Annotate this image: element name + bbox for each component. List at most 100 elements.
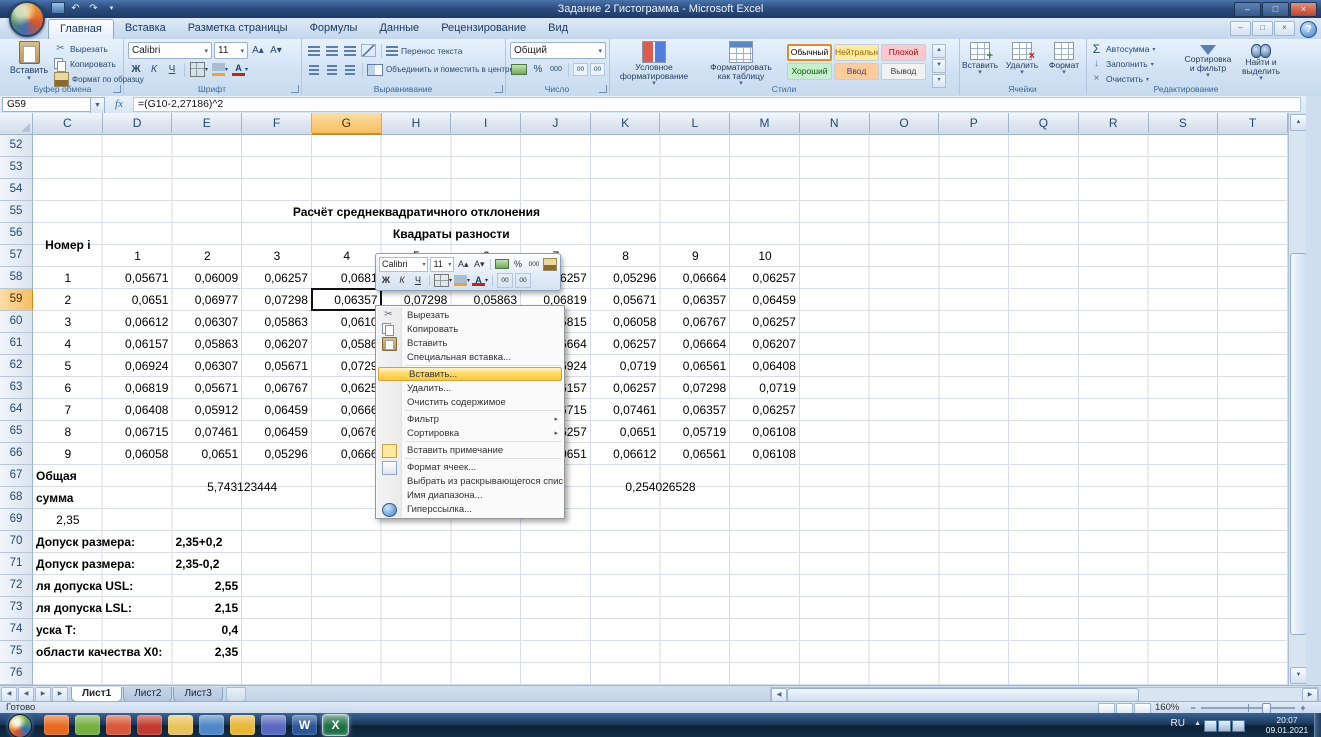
ribbon-tab-4[interactable]: Формулы (299, 19, 369, 39)
cell-L63[interactable]: 0,07298 (663, 377, 726, 399)
menu-item-3[interactable]: Вставить (377, 336, 563, 350)
cell-E70[interactable]: 2,35+0,2 (175, 531, 222, 553)
first-sheet-button[interactable]: ◀ (1, 687, 17, 702)
taskbar-app-chrome-icon[interactable] (230, 715, 255, 735)
cell-G60[interactable]: 0,0610 (315, 311, 378, 333)
cell-M60[interactable]: 0,06257 (733, 311, 796, 333)
mini-font-name-combo[interactable]: Calibri ▾ (379, 257, 428, 272)
scroll-left-icon[interactable]: ◀ (771, 688, 787, 702)
cell-C64[interactable]: 7 (33, 399, 103, 421)
row-header-55[interactable]: 55 (0, 201, 32, 223)
cell-D60[interactable]: 0,06612 (106, 311, 169, 333)
cell-E61[interactable]: 0,05863 (175, 333, 238, 355)
cell-C71[interactable]: Допуск размера: (36, 553, 135, 575)
column-header-E[interactable]: E (172, 113, 242, 133)
undo-button[interactable]: ↶ (68, 2, 83, 16)
cell-L66[interactable]: 0,06561 (663, 443, 726, 465)
cell-D64[interactable]: 0,06408 (106, 399, 169, 421)
ribbon-tab-1[interactable]: Главная (48, 19, 114, 39)
cell-D66[interactable]: 0,06058 (106, 443, 169, 465)
sheet-tab-1[interactable]: Лист1 (71, 687, 122, 702)
cell-E57[interactable]: 2 (172, 245, 242, 267)
mini-increase-decimal-button[interactable]: 00 (497, 273, 513, 288)
cell-M63[interactable]: 0,0719 (733, 377, 796, 399)
column-header-S[interactable]: S (1149, 113, 1219, 133)
cell-K57[interactable]: 8 (591, 245, 661, 267)
cell-K58[interactable]: 0,05296 (594, 267, 657, 289)
align-center-button[interactable] (324, 61, 340, 78)
grow-font-button[interactable]: А▴ (250, 42, 266, 59)
tray-expand-icon[interactable]: ▲ (1194, 720, 1201, 727)
help-button[interactable]: ? (1300, 21, 1317, 38)
cell-D56[interactable]: Квадраты разности (103, 223, 800, 245)
cell-E71[interactable]: 2,35-0,2 (175, 553, 219, 575)
network-icon[interactable] (1232, 720, 1245, 732)
insert-cells-button[interactable]: + Вставить ▾ (961, 42, 999, 82)
fill-button[interactable]: ↓ Заполнить ▾ (1090, 57, 1155, 71)
gallery-scroll-down[interactable]: ▼ (932, 59, 946, 73)
cell-M57[interactable]: 10 (730, 245, 800, 267)
horizontal-scroll-thumb[interactable] (787, 688, 1139, 702)
borders-button[interactable]: ▾ (189, 61, 209, 78)
ribbon-tab-7[interactable]: Вид (537, 19, 579, 39)
cell-M64[interactable]: 0,06257 (733, 399, 796, 421)
cell-L65[interactable]: 0,05719 (663, 421, 726, 443)
mini-thousands-button[interactable]: 000 (527, 258, 541, 271)
menu-item-7[interactable]: Очистить содержимое (377, 395, 563, 409)
cell-D61[interactable]: 0,06157 (106, 333, 169, 355)
row-header-54[interactable]: 54 (0, 179, 32, 201)
row-header-63[interactable]: 63 (0, 377, 32, 399)
column-header-O[interactable]: O (870, 113, 940, 133)
ribbon-tab-3[interactable]: Разметка страницы (177, 19, 299, 39)
cell-F61[interactable]: 0,06207 (245, 333, 308, 355)
language-indicator[interactable]: RU (1171, 718, 1185, 729)
ribbon-tab-2[interactable]: Вставка (114, 19, 177, 39)
mini-accounting-button[interactable] (495, 258, 509, 271)
column-header-F[interactable]: F (242, 113, 312, 133)
row-header-60[interactable]: 60 (0, 311, 32, 333)
shrink-font-button[interactable]: А▾ (268, 42, 284, 59)
menu-item-14[interactable]: Гиперссылка... (377, 502, 563, 516)
row-header-62[interactable]: 62 (0, 355, 32, 377)
cell-C59[interactable]: 2 (33, 289, 103, 311)
cell-F60[interactable]: 0,05863 (245, 311, 308, 333)
next-sheet-button[interactable]: ▶ (35, 687, 51, 702)
menu-item-9[interactable]: Сортировка▸ (377, 426, 563, 440)
formula-input[interactable]: =(G10-2,27186)^2 (133, 97, 1301, 112)
cell-C69[interactable]: 2,35 (33, 509, 103, 531)
excel-icon[interactable]: X (323, 715, 348, 735)
maximize-button[interactable]: □ (1262, 2, 1289, 17)
cell-M66[interactable]: 0,06108 (733, 443, 796, 465)
cell-K63[interactable]: 0,06257 (594, 377, 657, 399)
vertical-scroll-thumb[interactable] (1290, 253, 1307, 635)
cell-C60[interactable]: 3 (33, 311, 103, 333)
menu-item-5[interactable]: Вставить... (378, 367, 562, 381)
cell-C67[interactable]: Общая (36, 465, 77, 487)
cell-C66[interactable]: 9 (33, 443, 103, 465)
workbook-minimize-button[interactable]: – (1230, 21, 1251, 36)
taskbar-app-firefox-icon[interactable] (44, 715, 69, 735)
row-header-57[interactable]: 57 (0, 245, 32, 267)
volume-icon[interactable] (1218, 720, 1231, 732)
row-header-59[interactable]: 59 (0, 289, 34, 311)
row-header-67[interactable]: 67 (0, 465, 32, 487)
taskbar-app-red-icon[interactable] (137, 715, 162, 735)
autosum-button[interactable]: Σ Автосумма ▾ (1090, 42, 1155, 56)
paste-button[interactable]: Вставить ▾ (4, 41, 54, 81)
font-size-combo[interactable]: 11 ▾ (214, 42, 248, 59)
cell-K59[interactable]: 0,05671 (594, 289, 657, 311)
column-header-P[interactable]: P (939, 113, 1009, 133)
align-top-button[interactable] (306, 42, 322, 59)
row-header-66[interactable]: 66 (0, 443, 32, 465)
mini-percent-button[interactable]: % (511, 258, 525, 271)
column-header-Q[interactable]: Q (1009, 113, 1079, 133)
redo-button[interactable]: ↷ (86, 2, 101, 16)
fill-color-button[interactable]: ▾ (211, 61, 229, 78)
row-header-74[interactable]: 74 (0, 619, 32, 641)
cell-M61[interactable]: 0,06207 (733, 333, 796, 355)
cell-C58[interactable]: 1 (33, 267, 103, 289)
taskbar-app-blue-icon[interactable] (199, 715, 224, 735)
cell-D67[interactable]: 5,743123444 (103, 465, 382, 509)
thousands-button[interactable]: 000 (548, 61, 564, 78)
font-color-button[interactable]: А▾ (231, 61, 249, 78)
